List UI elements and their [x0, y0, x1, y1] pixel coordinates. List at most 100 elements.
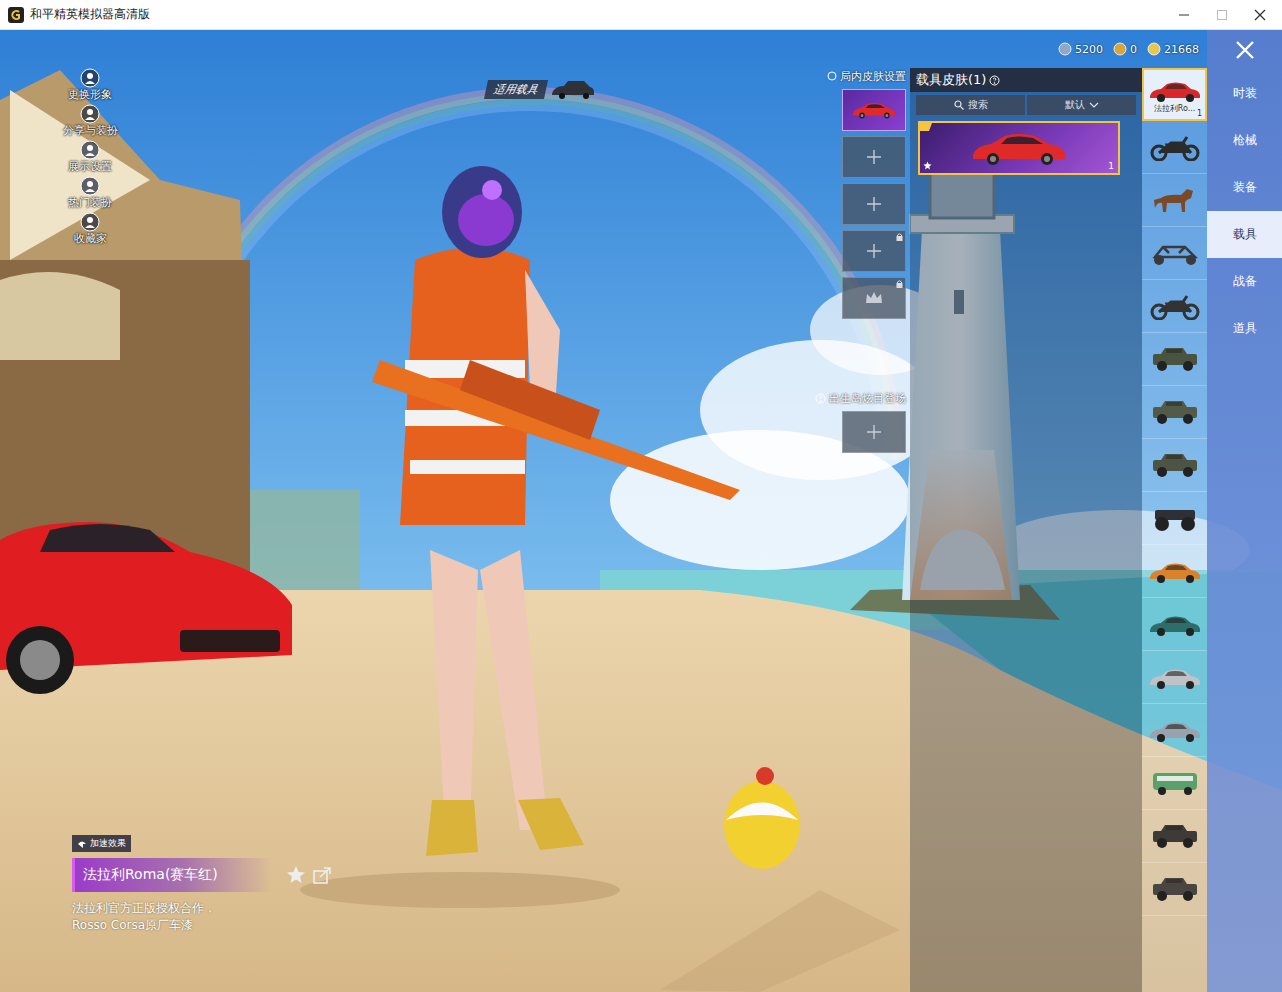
vehicle-item[interactable]	[1142, 439, 1207, 492]
horse-icon	[1147, 186, 1203, 214]
currency[interactable]: 5200	[1058, 42, 1103, 56]
vehicle-silhouette-icon	[550, 78, 594, 100]
vehicle-count: 1	[1197, 109, 1202, 118]
category-tab[interactable]: 战备	[1207, 258, 1282, 305]
vehicle-item[interactable]	[1142, 121, 1207, 174]
menu-item-icon	[80, 212, 100, 232]
skin-slot[interactable]	[842, 411, 906, 453]
skin-card[interactable]: 1	[918, 121, 1120, 175]
skin-slot[interactable]	[842, 136, 906, 178]
in-match-skin-title: 局内皮肤设置	[827, 68, 906, 84]
vehicle-item[interactable]: 法拉利Ro...1	[1142, 68, 1207, 121]
category-tab[interactable]: 装备	[1207, 164, 1282, 211]
skin-slot[interactable]	[842, 230, 906, 272]
game-area: 更换形象分享与装扮展示设置热门装扮收藏家 适用载具加速效果法拉利Roma(赛车红)…	[0, 30, 1282, 992]
vehicle-item[interactable]	[1142, 333, 1207, 386]
skin-slot[interactable]	[842, 89, 906, 131]
category-tab[interactable]: 载具	[1207, 211, 1282, 258]
motorcycle-icon	[1147, 292, 1203, 320]
settings-icon	[827, 71, 837, 81]
category-tab-label: 装备	[1233, 179, 1257, 196]
search-label: 搜索	[968, 98, 988, 112]
star-icon[interactable]	[286, 865, 306, 885]
skin-slot[interactable]	[842, 277, 906, 319]
right-cluster: 5200021668载具皮肤(1)搜索默认1法拉利Ro...1	[910, 30, 1207, 992]
red-car-icon	[851, 100, 897, 120]
minimize-icon[interactable]	[1178, 9, 1190, 21]
truck-icon	[1147, 504, 1203, 532]
vehicle-item[interactable]	[1142, 174, 1207, 227]
skin-count: 1	[1108, 161, 1114, 171]
category-tab-label: 道具	[1233, 320, 1257, 337]
vehicle-item[interactable]	[1142, 757, 1207, 810]
vehicle-item[interactable]	[1142, 598, 1207, 651]
close-icon[interactable]	[1235, 40, 1255, 60]
currency-bar: 5200 0 21668	[910, 30, 1207, 68]
left-menu-label: 热门装扮	[68, 196, 112, 209]
share-icon[interactable]	[312, 865, 332, 885]
chevron-down-icon	[1089, 102, 1099, 108]
vehicle-skin-panel: 载具皮肤(1) 搜索 默认 1	[910, 68, 1142, 992]
maximize-icon[interactable]	[1216, 9, 1228, 21]
in-match-skin-column: 局内皮肤设置出生岛炫目登场	[838, 30, 910, 992]
currency[interactable]: 21668	[1147, 42, 1199, 56]
category-tabs: 时装枪械装备载具战备道具	[1207, 30, 1282, 992]
coin-icon	[1058, 42, 1072, 56]
vehicle-item[interactable]	[1142, 492, 1207, 545]
category-tab[interactable]: 枪械	[1207, 117, 1282, 164]
help-icon[interactable]	[989, 75, 1000, 86]
currency-amount: 0	[1130, 43, 1137, 56]
left-menu-label: 展示设置	[68, 160, 112, 173]
close-window-icon[interactable]	[1254, 9, 1266, 21]
item-description-text: 法拉利官方正版授权合作，Rosso Corsa原厂车漆	[72, 901, 216, 932]
category-tab[interactable]: 时装	[1207, 70, 1282, 117]
skin-panel-header: 载具皮肤(1)	[910, 68, 1142, 92]
vehicle-tag: 适用载具	[486, 78, 594, 100]
app-logo-icon	[8, 7, 24, 23]
vehicle-label: 法拉利Ro...	[1154, 104, 1196, 114]
vehicle-item[interactable]	[1142, 651, 1207, 704]
vehicle-item[interactable]	[1142, 545, 1207, 598]
jeep-icon	[1147, 875, 1203, 903]
vehicle-item[interactable]	[1142, 280, 1207, 333]
search-field[interactable]: 搜索	[916, 95, 1025, 115]
jeep-icon	[1147, 451, 1203, 479]
skin-slot[interactable]	[842, 183, 906, 225]
category-tab-label: 载具	[1233, 226, 1257, 243]
plus-icon	[866, 243, 882, 259]
car-icon	[1147, 76, 1203, 104]
left-menu-item[interactable]: 更换形象	[58, 68, 122, 101]
vehicle-item[interactable]	[1142, 810, 1207, 863]
category-tab[interactable]: 道具	[1207, 305, 1282, 352]
window-controls	[1178, 9, 1282, 21]
close-button[interactable]	[1207, 30, 1282, 70]
menu-item-icon	[80, 176, 100, 196]
red-car-icon	[969, 128, 1069, 168]
buggy-icon	[1147, 239, 1203, 267]
menu-item-icon	[80, 68, 100, 88]
currency[interactable]: 0	[1113, 42, 1137, 56]
jeep-icon	[1147, 822, 1203, 850]
item-description: 法拉利官方正版授权合作，Rosso Corsa原厂车漆	[72, 900, 222, 934]
vehicle-tag-text: 适用载具	[484, 80, 548, 99]
currency-amount: 5200	[1075, 43, 1103, 56]
plus-icon	[866, 424, 882, 440]
vehicle-item[interactable]	[1142, 386, 1207, 439]
item-info: 加速效果法拉利Roma(赛车红)法拉利官方正版授权合作，Rosso Corsa原…	[0, 835, 838, 992]
currency-amount: 21668	[1164, 43, 1199, 56]
left-area: 更换形象分享与装扮展示设置热门装扮收藏家 适用载具加速效果法拉利Roma(赛车红)…	[0, 30, 838, 992]
vehicle-item[interactable]	[1142, 227, 1207, 280]
left-menu-item[interactable]: 热门装扮	[58, 176, 122, 209]
coin-icon	[1113, 42, 1127, 56]
menu-item-icon	[80, 140, 100, 160]
favorite-star-icon[interactable]	[923, 161, 932, 170]
left-menu-item[interactable]: 分享与装扮	[58, 104, 122, 137]
help-icon[interactable]	[815, 393, 826, 404]
vehicle-item[interactable]	[1142, 863, 1207, 916]
skin-panel-title: 载具皮肤(1)	[916, 71, 986, 89]
left-menu-item[interactable]: 收藏家	[58, 212, 122, 245]
vehicle-item[interactable]	[1142, 704, 1207, 757]
sort-dropdown[interactable]: 默认	[1027, 95, 1136, 115]
left-menu-label: 分享与装扮	[63, 124, 118, 137]
left-menu-item[interactable]: 展示设置	[58, 140, 122, 173]
